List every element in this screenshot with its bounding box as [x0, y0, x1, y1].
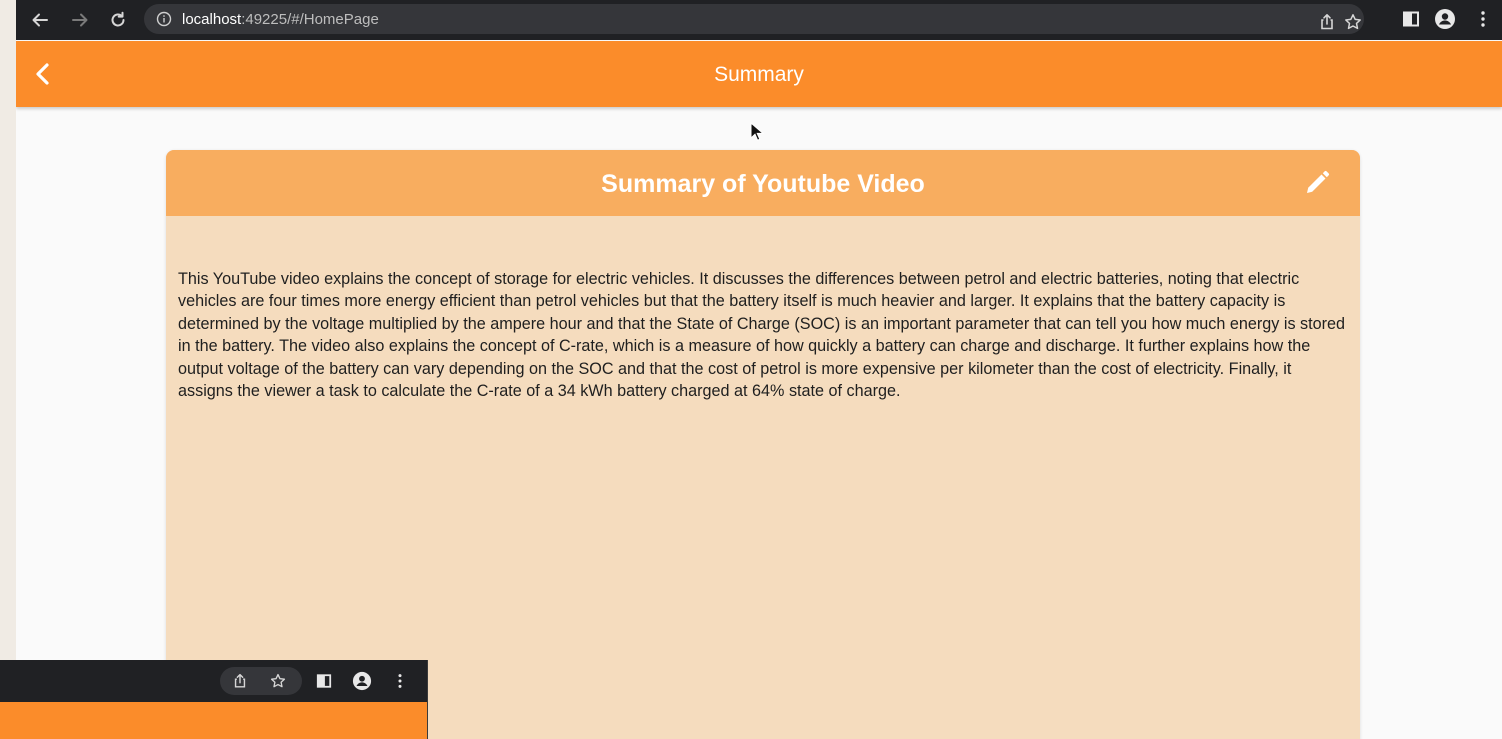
forward-arrow-icon[interactable] [66, 6, 94, 34]
browser-window: localhost:49225/#/HomePage Summary Summa… [16, 0, 1502, 739]
app-bar: Summary [16, 41, 1502, 107]
summary-card: Summary of Youtube Video This YouTube vi… [166, 150, 1360, 739]
secondary-app-bar [0, 702, 427, 739]
card-title: Summary of Youtube Video [601, 170, 925, 198]
address-bar[interactable]: localhost:49225/#/HomePage [144, 4, 1364, 34]
secondary-browser-toolbar [0, 660, 427, 702]
desktop-background [0, 0, 16, 739]
info-icon[interactable] [156, 11, 172, 27]
kebab-menu-icon[interactable] [1472, 8, 1494, 30]
profile-icon[interactable] [1434, 8, 1456, 30]
url-text[interactable]: localhost:49225/#/HomePage [182, 11, 379, 28]
secondary-browser-window [0, 660, 428, 739]
profile-icon[interactable] [352, 671, 372, 691]
url-host: localhost [182, 11, 242, 28]
screen: localhost:49225/#/HomePage Summary Summa… [0, 0, 1502, 739]
page-title: Summary [714, 63, 804, 86]
star-icon[interactable] [268, 671, 288, 691]
kebab-menu-icon[interactable] [390, 671, 410, 691]
star-icon[interactable] [1344, 13, 1362, 31]
back-arrow-icon[interactable] [26, 6, 54, 34]
share-icon[interactable] [1318, 13, 1336, 31]
card-header: Summary of Youtube Video [166, 150, 1360, 216]
reload-icon[interactable] [104, 6, 132, 34]
side-panel-icon[interactable] [1400, 8, 1422, 30]
summary-text: This YouTube video explains the concept … [178, 270, 1346, 401]
pencil-icon[interactable] [1304, 170, 1330, 196]
mouse-cursor-icon [750, 121, 765, 142]
side-panel-icon[interactable] [314, 671, 334, 691]
share-icon[interactable] [230, 671, 250, 691]
url-path: :49225/#/HomePage [241, 11, 379, 28]
browser-toolbar: localhost:49225/#/HomePage [16, 0, 1502, 40]
